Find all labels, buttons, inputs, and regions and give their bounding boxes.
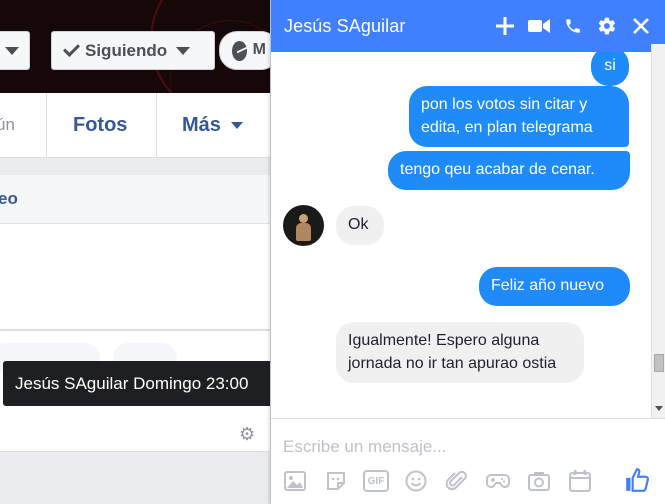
message-outgoing: si <box>591 47 629 86</box>
chat-window: si pon los votos sin citar y edita, en p… <box>270 0 665 504</box>
nav-divider <box>46 93 47 157</box>
calendar-icon[interactable] <box>566 467 594 495</box>
nav-more-label: Más <box>182 113 221 136</box>
game-icon[interactable] <box>484 467 512 495</box>
like-icon[interactable] <box>622 465 652 495</box>
gif-icon[interactable]: GIF <box>363 470 389 492</box>
following-label: Siguiendo <box>85 40 168 60</box>
scroll-down-arrow-icon[interactable] <box>655 406 663 411</box>
scrollbar-thumb[interactable] <box>654 354 664 372</box>
attachment-icon[interactable] <box>443 467 471 495</box>
phone-icon[interactable] <box>562 15 584 37</box>
video-icon[interactable] <box>528 15 550 37</box>
nav-item-partial[interactable]: ún <box>0 93 15 157</box>
message-outgoing: pon los votos sin citar y edita, en plan… <box>409 86 629 147</box>
close-icon[interactable] <box>630 15 652 37</box>
message-outgoing: Feliz año nuevo <box>479 267 630 306</box>
sticker-icon[interactable] <box>322 467 350 495</box>
message-tooltip: Jesús SAguilar Domingo 23:00 <box>3 361 273 406</box>
nav-item-photos[interactable]: Fotos <box>73 93 127 157</box>
chat-header[interactable]: Jesús SAguilar <box>271 0 665 52</box>
messenger-icon <box>232 40 247 61</box>
card-header: eo <box>0 175 270 224</box>
chat-title[interactable]: Jesús SAguilar <box>284 16 405 37</box>
cover-photo: Siguiendo M <box>0 0 270 93</box>
message-button[interactable]: M <box>219 31 270 70</box>
gear-icon[interactable] <box>596 15 618 37</box>
camera-icon[interactable] <box>525 467 553 495</box>
caret-down-icon <box>176 46 191 55</box>
message-outgoing: tengo qeu acabar de cenar. <box>388 151 630 190</box>
message-input[interactable]: Escribe un mensaje... <box>283 437 446 457</box>
profile-nav: ún Fotos Más <box>0 93 270 158</box>
check-icon <box>63 40 80 57</box>
message-incoming: Ok <box>336 206 384 245</box>
caret-down-icon <box>5 46 19 55</box>
message-composer: Escribe un mensaje... GIF <box>271 418 665 504</box>
card-header-label[interactable]: eo <box>0 189 18 209</box>
following-button[interactable]: Siguiendo <box>51 31 215 70</box>
nav-divider <box>156 93 157 157</box>
chat-header-actions <box>494 0 652 52</box>
emoji-icon[interactable] <box>402 467 430 495</box>
caret-down-icon <box>230 121 243 129</box>
composer-tools: GIF <box>281 467 594 495</box>
nav-item-more[interactable]: Más <box>182 93 243 157</box>
avatar[interactable] <box>283 205 324 246</box>
plus-icon[interactable] <box>494 15 516 37</box>
message-thread: si pon los votos sin citar y edita, en p… <box>271 44 651 416</box>
gear-icon[interactable]: ⚙ <box>239 424 255 445</box>
image-icon[interactable] <box>281 467 309 495</box>
message-incoming: Igualmente! Espero alguna jornada no ir … <box>336 322 584 383</box>
friends-dropdown-button[interactable] <box>0 31 30 70</box>
thread-scrollbar[interactable] <box>651 44 665 418</box>
message-label: M <box>252 41 266 59</box>
profile-card: eo <box>0 175 270 330</box>
